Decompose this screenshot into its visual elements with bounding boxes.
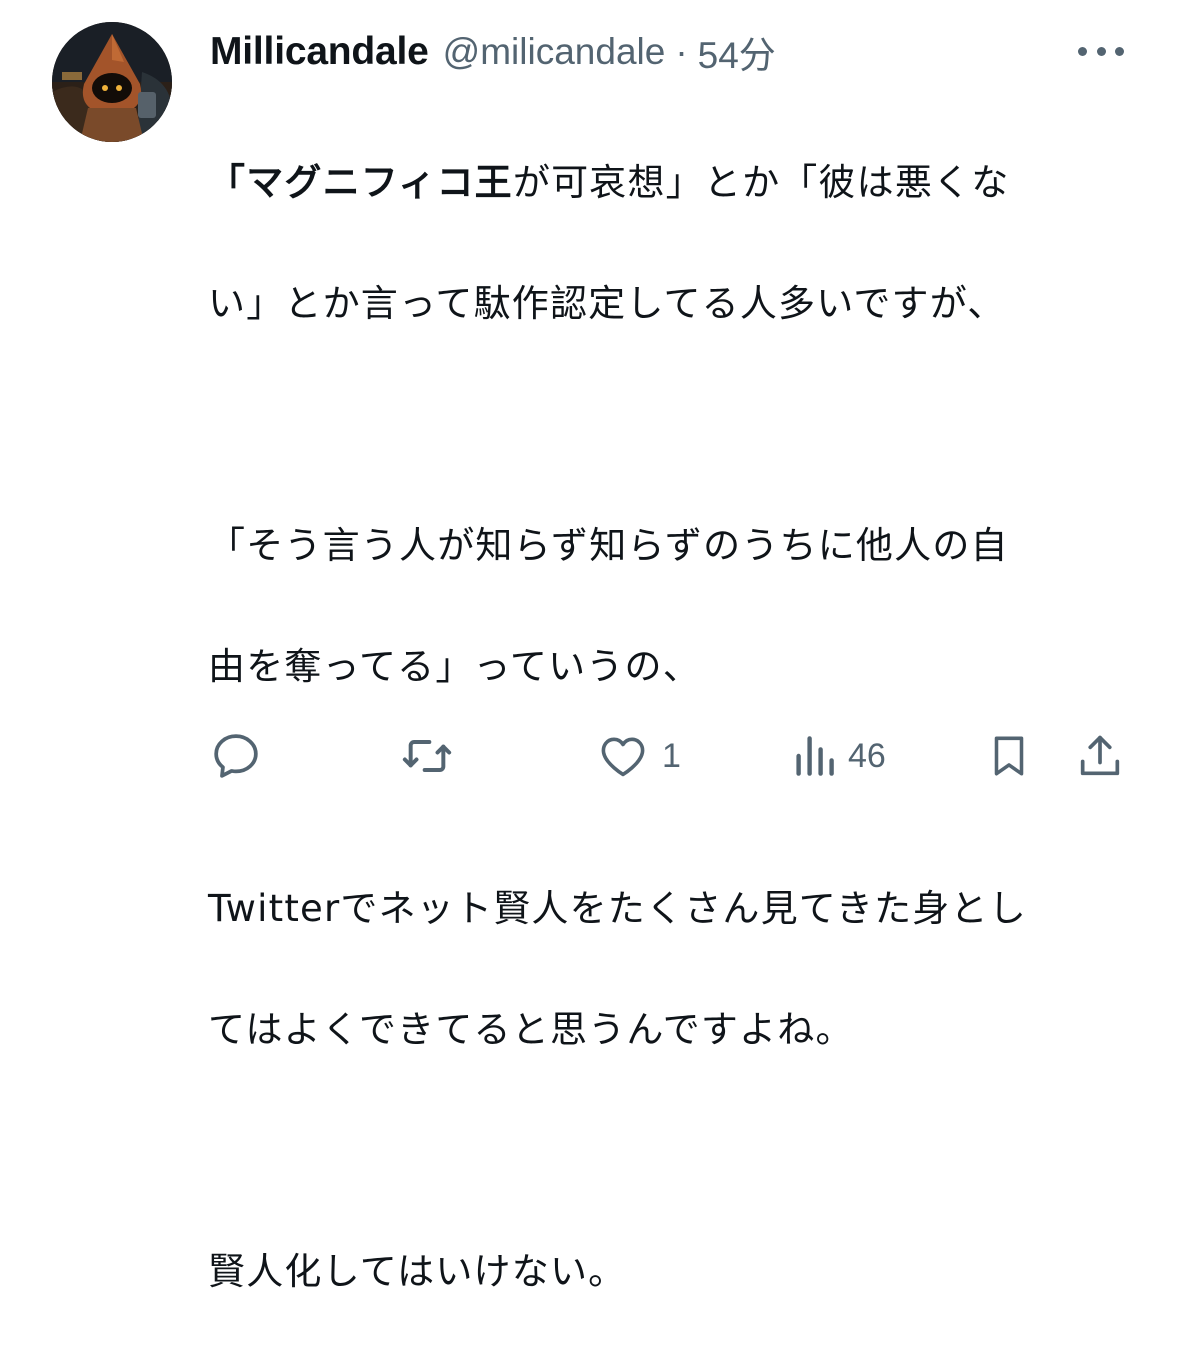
reply-icon xyxy=(214,734,258,778)
text-span: が可哀想」とか「彼は悪くな xyxy=(512,160,1010,204)
retweet-icon xyxy=(402,740,452,772)
more-dot xyxy=(1096,46,1106,56)
more-dot xyxy=(1115,46,1124,56)
share-icon xyxy=(1080,735,1120,776)
views-icon xyxy=(796,736,834,776)
avatar-image xyxy=(52,22,172,142)
separator-dot: · xyxy=(675,31,688,72)
timestamp[interactable]: 54分 xyxy=(698,25,776,79)
action-bar: 1 46 xyxy=(0,726,1179,790)
display-name[interactable]: Millicandale xyxy=(210,30,429,74)
reply-button[interactable] xyxy=(208,726,264,786)
text-line: 「そう言う人が知らず知らずのうちに他人の自 xyxy=(208,523,1009,567)
text-line: い」とか言って駄作認定してる人多いですが、 xyxy=(208,281,1006,325)
like-button[interactable]: 1 xyxy=(596,726,681,786)
bookmark-button[interactable] xyxy=(984,726,1034,786)
text-line: 賢人化してはいけない。 xyxy=(208,1249,627,1293)
views-count: 46 xyxy=(848,736,886,775)
like-count: 1 xyxy=(662,736,681,775)
text-line: 由を奪ってる」っていうの、 xyxy=(208,644,701,688)
heart-icon xyxy=(601,737,645,777)
views-button[interactable]: 46 xyxy=(792,726,886,786)
user-handle[interactable]: @milicandale xyxy=(443,31,666,73)
bold-text: 「マグニフィコ王 xyxy=(208,160,513,204)
bookmark-icon xyxy=(994,736,1024,776)
retweet-button[interactable] xyxy=(398,726,456,786)
tweet[interactable]: Millicandale @milicandale · 54分 「マグニフィコ王… xyxy=(0,0,1179,1293)
more-dot xyxy=(1078,46,1087,56)
share-button[interactable] xyxy=(1074,726,1126,786)
avatar[interactable] xyxy=(52,22,172,142)
text-line: てはよくできてると思うんですよね。 xyxy=(208,1007,854,1051)
tweet-header: Millicandale @milicandale · 54分 xyxy=(210,26,776,78)
text-line: 「マグニフィコ王が可哀想」とか「彼は悪くな xyxy=(208,153,1118,214)
text-line: Twitterでネット賢人をたくさん見てきた身とし xyxy=(208,886,1027,930)
more-options-icon[interactable] xyxy=(1078,38,1124,64)
